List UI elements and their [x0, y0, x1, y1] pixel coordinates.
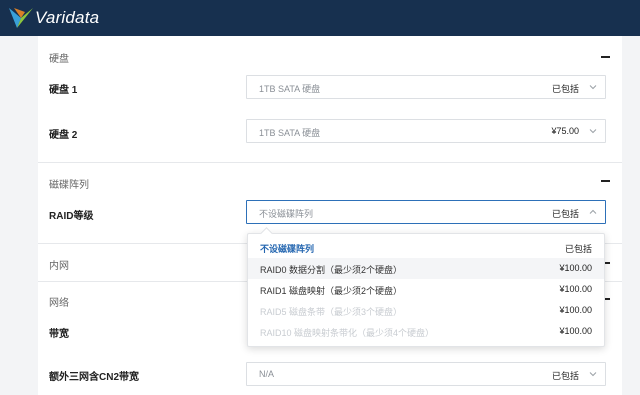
raid-option-raid10[interactable]: RAID10 磁盘映射条带化（最少须4个硬盘） ¥100.00 [248, 321, 604, 342]
section-title-disk: 硬盘 [49, 54, 69, 65]
raid-level-label: RAID等级 [49, 211, 94, 222]
cn2-select-value: N/A [259, 369, 275, 379]
varidata-logo-icon [9, 8, 33, 28]
raid-option-price: ¥100.00 [559, 326, 592, 336]
raid-option-price: ¥100.00 [559, 305, 592, 315]
raid-option-price: 已包括 [564, 244, 592, 254]
bandwidth-label: 带宽 [49, 329, 69, 340]
collapse-raid-icon[interactable] [601, 180, 610, 182]
raid-option-price: ¥100.00 [559, 263, 592, 273]
cn2-bandwidth-select[interactable]: N/A 已包括 [246, 362, 606, 386]
disk1-select-value: 1TB SATA 硬盘 [259, 84, 321, 94]
disk1-select[interactable]: 1TB SATA 硬盘 已包括 [246, 75, 606, 99]
raid-option-label: 不设磁碟阵列 [260, 244, 315, 254]
raid-option-label: RAID1 磁盘映射（最少须2个硬盘） [260, 286, 403, 296]
section-title-intranet: 内网 [49, 261, 69, 272]
disk1-label: 硬盘 1 [49, 85, 78, 96]
raid-option-label: RAID0 数据分割（最少须2个硬盘） [260, 265, 403, 275]
raid-option-raid1[interactable]: RAID1 磁盘映射（最少须2个硬盘） ¥100.00 [248, 279, 604, 300]
raid-dropdown-menu: 不设磁碟阵列 已包括 RAID0 数据分割（最少须2个硬盘） ¥100.00 R… [247, 233, 605, 347]
chevron-down-icon [589, 372, 597, 377]
section-title-network: 网络 [49, 298, 69, 309]
raid-option-none[interactable]: 不设磁碟阵列 已包括 [248, 237, 604, 258]
disk1-select-price: 已包括 [551, 84, 579, 94]
section-divider [38, 162, 622, 163]
raid-select-value: 不设磁碟阵列 [259, 209, 314, 219]
collapse-disk-icon[interactable] [601, 56, 610, 58]
cn2-bandwidth-label: 额外三网含CN2带宽 [49, 372, 140, 383]
raid-option-label: RAID5 磁盘条带（最少须3个硬盘） [260, 307, 403, 317]
disk2-label: 硬盘 2 [49, 130, 78, 141]
brand-logo[interactable]: Varidata [8, 6, 99, 30]
chevron-down-icon [589, 85, 597, 90]
raid-option-price: ¥100.00 [559, 284, 592, 294]
raid-option-label: RAID10 磁盘映射条带化（最少须4个硬盘） [260, 328, 435, 338]
disk2-select[interactable]: 1TB SATA 硬盘 ¥75.00 [246, 119, 606, 143]
raid-option-raid0[interactable]: RAID0 数据分割（最少须2个硬盘） ¥100.00 [248, 258, 604, 279]
raid-level-select[interactable]: 不设磁碟阵列 已包括 [246, 200, 606, 224]
top-navigation-bar: Varidata [0, 0, 640, 36]
raid-select-price: 已包括 [551, 209, 579, 219]
section-title-raid: 磁碟阵列 [49, 180, 89, 191]
cn2-select-price: 已包括 [551, 371, 579, 381]
chevron-down-icon [589, 129, 597, 134]
brand-name: Varidata [35, 8, 100, 27]
chevron-up-icon [589, 209, 597, 214]
raid-option-raid5[interactable]: RAID5 磁盘条带（最少须3个硬盘） ¥100.00 [248, 300, 604, 321]
disk2-select-price: ¥75.00 [551, 126, 579, 136]
disk2-select-value: 1TB SATA 硬盘 [259, 128, 321, 138]
